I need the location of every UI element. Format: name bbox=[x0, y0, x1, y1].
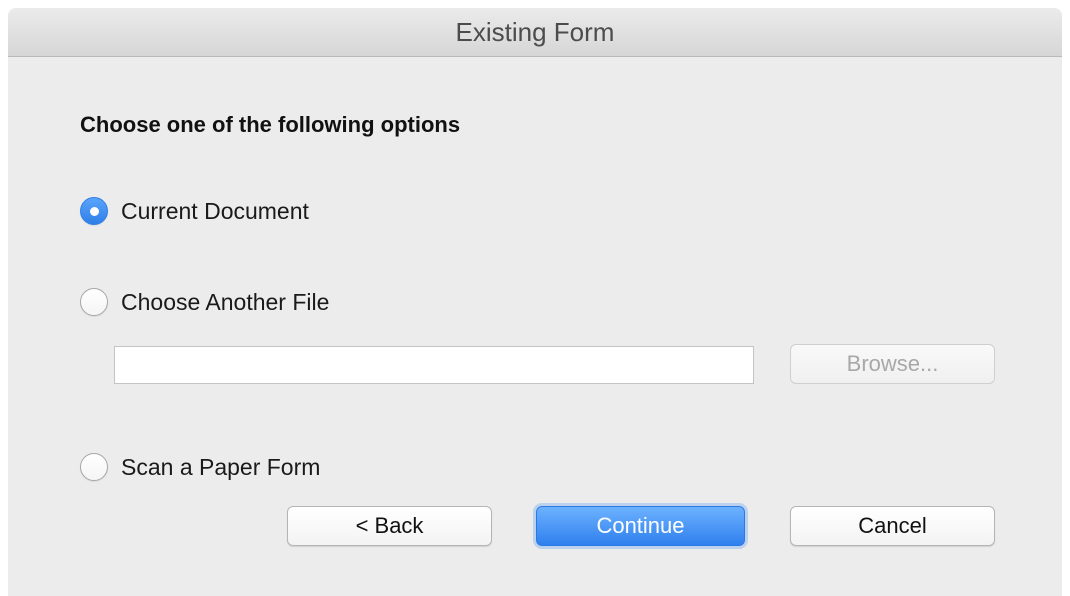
browse-button[interactable]: Browse... bbox=[790, 344, 995, 384]
option-label: Choose Another File bbox=[121, 288, 330, 315]
option-choose-another-file[interactable]: Choose Another File bbox=[80, 285, 329, 319]
file-path-field[interactable] bbox=[114, 346, 754, 384]
option-label: Current Document bbox=[121, 197, 309, 224]
continue-button[interactable]: Continue bbox=[536, 506, 745, 546]
dialog-window: Existing Form Choose one of the followin… bbox=[8, 8, 1062, 596]
cancel-button[interactable]: Cancel bbox=[790, 506, 995, 546]
option-current-document[interactable]: Current Document bbox=[80, 194, 309, 228]
radio-unselected-icon[interactable] bbox=[80, 453, 108, 481]
radio-unselected-icon[interactable] bbox=[80, 288, 108, 316]
instruction-heading: Choose one of the following options bbox=[80, 112, 461, 137]
back-button[interactable]: < Back bbox=[287, 506, 492, 546]
option-scan-paper-form[interactable]: Scan a Paper Form bbox=[80, 450, 320, 484]
radio-selected-icon[interactable] bbox=[80, 197, 108, 225]
window-title: Existing Form bbox=[8, 8, 1062, 57]
option-label: Scan a Paper Form bbox=[121, 453, 321, 480]
